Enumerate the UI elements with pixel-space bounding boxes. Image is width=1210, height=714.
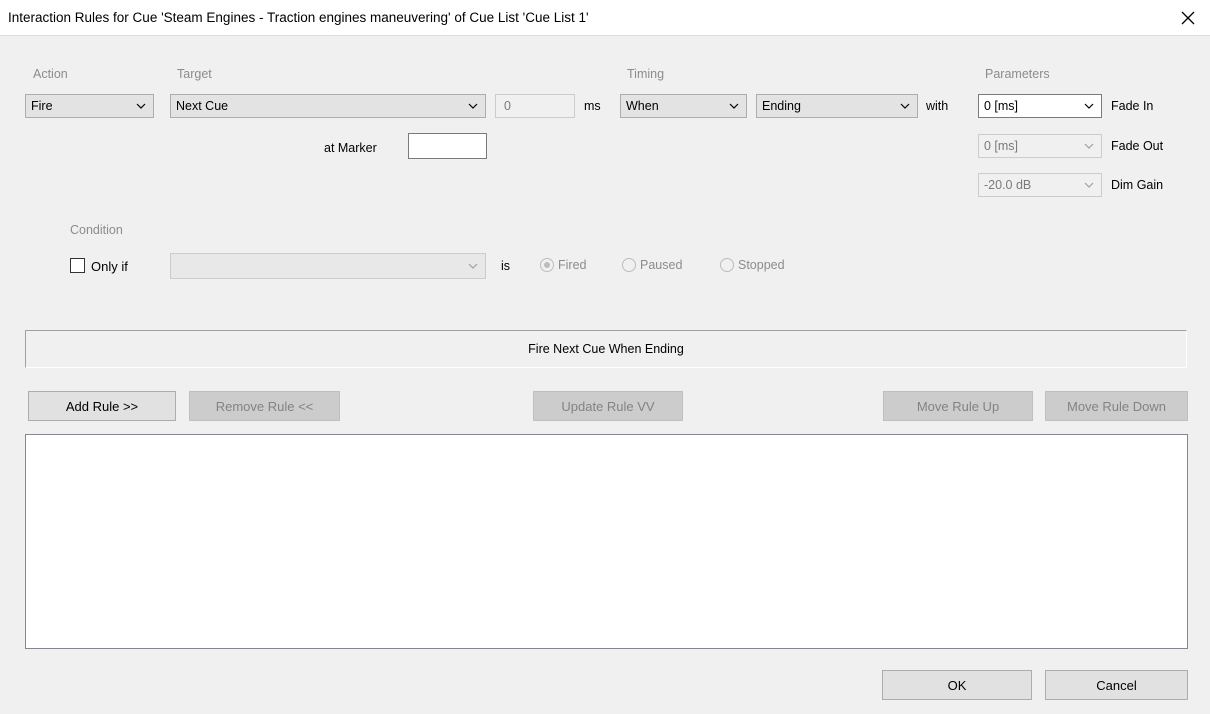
- dim-gain-label: Dim Gain: [1111, 178, 1164, 192]
- close-button[interactable]: [1166, 0, 1210, 35]
- radio-selected-dot: [544, 262, 550, 268]
- action-select[interactable]: Fire: [25, 94, 154, 118]
- delay-input[interactable]: 0: [495, 94, 575, 118]
- timing-group-label: Timing: [627, 67, 665, 81]
- delay-value: 0: [504, 99, 511, 113]
- add-rule-button[interactable]: Add Rule >>: [28, 391, 176, 421]
- at-marker-label: at Marker: [324, 141, 377, 155]
- condition-cue-select[interactable]: [170, 253, 486, 279]
- target-group-label: Target: [177, 67, 212, 81]
- dim-gain-value: -20.0 dB: [984, 178, 1032, 192]
- chevron-down-icon: [468, 263, 478, 269]
- rule-summary-panel: Fire Next Cue When Ending: [25, 330, 1187, 368]
- chevron-down-icon: [136, 103, 146, 109]
- fade-in-label: Fade In: [1111, 99, 1154, 113]
- rules-list[interactable]: [25, 434, 1188, 649]
- window-title: Interaction Rules for Cue 'Steam Engines…: [8, 10, 589, 25]
- chevron-down-icon: [1084, 143, 1094, 149]
- chevron-down-icon: [900, 103, 910, 109]
- timing-when-value: When: [626, 99, 659, 113]
- action-group-label: Action: [33, 67, 68, 81]
- parameters-group-label: Parameters: [985, 67, 1050, 81]
- with-label: with: [926, 99, 949, 113]
- fade-out-value: 0 [ms]: [984, 139, 1019, 153]
- target-select-value: Next Cue: [176, 99, 229, 113]
- close-icon: [1181, 11, 1195, 24]
- radio-paused[interactable]: [622, 258, 636, 272]
- move-rule-up-button[interactable]: Move Rule Up: [883, 391, 1033, 421]
- cancel-button[interactable]: Cancel: [1045, 670, 1188, 700]
- timing-event-select[interactable]: Ending: [756, 94, 918, 118]
- timing-event-value: Ending: [762, 99, 801, 113]
- dim-gain-select[interactable]: -20.0 dB: [978, 173, 1102, 197]
- remove-rule-button[interactable]: Remove Rule <<: [189, 391, 340, 421]
- ms-unit-label: ms: [584, 99, 601, 113]
- action-select-value: Fire: [31, 99, 53, 113]
- chevron-down-icon: [729, 103, 739, 109]
- only-if-label: Only if: [91, 259, 128, 274]
- fade-in-select[interactable]: 0 [ms]: [978, 94, 1102, 118]
- fade-out-label: Fade Out: [1111, 139, 1164, 153]
- marker-input[interactable]: [408, 133, 487, 159]
- timing-when-select[interactable]: When: [620, 94, 747, 118]
- condition-group-label: Condition: [70, 223, 123, 237]
- update-rule-button[interactable]: Update Rule VV: [533, 391, 683, 421]
- fade-out-select[interactable]: 0 [ms]: [978, 134, 1102, 158]
- move-rule-down-button[interactable]: Move Rule Down: [1045, 391, 1188, 421]
- fade-in-value: 0 [ms]: [984, 99, 1019, 113]
- chevron-down-icon: [1084, 182, 1094, 188]
- is-label: is: [501, 259, 511, 273]
- rule-summary-text: Fire Next Cue When Ending: [528, 342, 684, 356]
- radio-stopped[interactable]: [720, 258, 734, 272]
- radio-fired-label: Fired: [558, 258, 587, 272]
- radio-fired[interactable]: [540, 258, 554, 272]
- only-if-checkbox[interactable]: [70, 258, 85, 273]
- ok-button[interactable]: OK: [882, 670, 1032, 700]
- chevron-down-icon: [468, 103, 478, 109]
- radio-paused-label: Paused: [640, 258, 683, 272]
- chevron-down-icon: [1084, 103, 1094, 109]
- title-bar: Interaction Rules for Cue 'Steam Engines…: [0, 0, 1210, 36]
- target-select[interactable]: Next Cue: [170, 94, 486, 118]
- dialog-body: Action Target Timing Parameters Fire Nex…: [0, 36, 1210, 714]
- radio-stopped-label: Stopped: [738, 258, 785, 272]
